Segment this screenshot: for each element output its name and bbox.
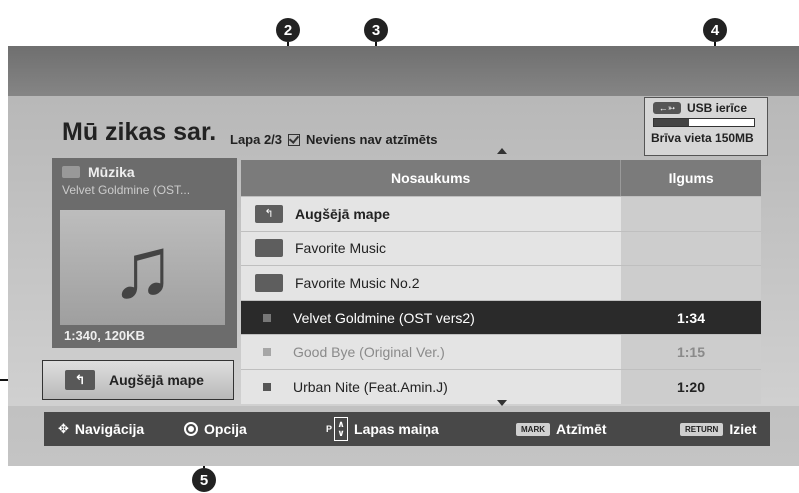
current-track: Velvet Goldmine (OST... bbox=[62, 183, 191, 197]
scroll-down-icon[interactable] bbox=[497, 400, 507, 406]
page-title: Mū zikas sar. bbox=[62, 118, 217, 146]
table-row[interactable]: Urban Nite (Feat.Amin.J) 1:20 bbox=[241, 368, 761, 404]
row-name: Urban Nite (Feat.Amin.J) bbox=[293, 378, 448, 395]
mark-status: Neviens nav atzīmēts bbox=[306, 132, 438, 147]
checkbox-icon bbox=[288, 133, 301, 146]
table-header: Nosaukums Ilgums bbox=[241, 160, 761, 196]
storage-bar bbox=[653, 118, 755, 127]
folder-icon bbox=[255, 239, 283, 258]
table-row[interactable]: Velvet Goldmine (OST vers2) 1:34 bbox=[241, 299, 761, 335]
up-folder-button[interactable]: ↰ Augšējā mape bbox=[42, 360, 234, 400]
row-name-cell: Velvet Goldmine (OST vers2) bbox=[241, 300, 621, 335]
free-space-label: Brīva vieta 150MB bbox=[651, 131, 754, 145]
top-band bbox=[8, 46, 799, 96]
up-folder-label: Augšējā mape bbox=[109, 372, 204, 388]
row-name: Augšējā mape bbox=[295, 205, 390, 222]
music-file-icon bbox=[263, 313, 271, 322]
nav-label: Navigācija bbox=[74, 421, 145, 437]
page-key-letter: P bbox=[326, 424, 333, 434]
navigation-icon: ✥ bbox=[58, 421, 69, 436]
row-name: Good Bye (Original Ver.) bbox=[293, 344, 445, 361]
row-name-cell: Good Bye (Original Ver.) bbox=[241, 335, 621, 369]
row-name: Velvet Goldmine (OST vers2) bbox=[293, 309, 475, 326]
bottom-bar: ✥ Navigācija Opcija P ∧ ∨ Lapas maiņa MAR… bbox=[44, 412, 770, 446]
storage-bar-fill bbox=[654, 119, 689, 126]
row-duration bbox=[621, 266, 761, 300]
table-row[interactable]: ↰ Augšējā mape bbox=[241, 196, 761, 231]
exit-hint[interactable]: RETURN Iziet bbox=[680, 412, 757, 446]
folder-icon bbox=[255, 273, 283, 292]
row-name-cell: ↰ Augšējā mape bbox=[241, 197, 621, 231]
up-folder-icon: ↰ bbox=[65, 370, 95, 390]
row-name-cell: Favorite Music No.2 bbox=[241, 266, 621, 300]
callout-3: 3 bbox=[364, 18, 388, 42]
callout-2: 2 bbox=[276, 18, 300, 42]
music-note-icon: ♫ bbox=[110, 219, 175, 316]
callout-5: 5 bbox=[192, 468, 216, 492]
column-name-header[interactable]: Nosaukums bbox=[241, 160, 620, 196]
callout-4: 4 bbox=[703, 18, 727, 42]
row-name: Favorite Music bbox=[295, 240, 387, 257]
row-duration bbox=[621, 231, 761, 266]
row-name-cell: Favorite Music bbox=[241, 231, 621, 266]
scroll-up-icon[interactable] bbox=[497, 148, 507, 154]
row-name: Favorite Music No.2 bbox=[295, 274, 420, 291]
now-playing-panel: Mūzika Velvet Goldmine (OST... ♫ 1:340, … bbox=[52, 158, 237, 348]
list-status: Lapa 2/3 Neviens nav atzīmēts bbox=[230, 132, 438, 147]
table-row[interactable]: Favorite Music bbox=[241, 230, 761, 266]
page-key-icon: P ∧ ∨ bbox=[326, 417, 349, 441]
music-file-icon bbox=[263, 382, 271, 391]
usb-storage-panel: ←➳ USB ierīce Brīva vieta 150MB bbox=[644, 97, 768, 156]
page-change-label: Lapas maiņa bbox=[354, 421, 439, 437]
column-duration-header[interactable]: Ilgums bbox=[620, 160, 761, 196]
category-label: Mūzika bbox=[88, 164, 135, 180]
music-folder-icon bbox=[62, 166, 80, 178]
music-file-icon bbox=[263, 348, 271, 357]
file-list: Nosaukums Ilgums ↰ Augšējā mape Favorite M… bbox=[241, 160, 761, 404]
option-icon bbox=[184, 422, 198, 436]
track-info: 1:340, 120KB bbox=[64, 328, 145, 343]
usb-device-label: USB ierīce bbox=[687, 101, 748, 115]
mark-label: Atzīmēt bbox=[556, 421, 607, 437]
mark-key: MARK bbox=[516, 422, 550, 436]
row-duration bbox=[621, 197, 761, 231]
row-duration: 1:34 bbox=[621, 300, 761, 335]
page-change-hint[interactable]: P ∧ ∨ Lapas maiņa bbox=[326, 412, 439, 446]
table-row[interactable]: Favorite Music No.2 bbox=[241, 265, 761, 300]
row-duration: 1:20 bbox=[621, 369, 761, 404]
return-key: RETURN bbox=[680, 422, 724, 436]
album-art: ♫ bbox=[60, 210, 225, 325]
nav-hint: ✥ Navigācija bbox=[58, 412, 144, 446]
mark-hint[interactable]: MARK Atzīmēt bbox=[516, 412, 607, 446]
up-folder-icon: ↰ bbox=[255, 204, 283, 223]
option-hint[interactable]: Opcija bbox=[184, 412, 247, 446]
page-indicator: Lapa 2/3 bbox=[230, 132, 283, 147]
usb-icon: ←➳ bbox=[653, 102, 681, 114]
table-row[interactable]: Good Bye (Original Ver.) 1:15 bbox=[241, 334, 761, 369]
exit-label: Iziet bbox=[729, 421, 757, 437]
option-label: Opcija bbox=[204, 421, 247, 437]
row-name-cell: Urban Nite (Feat.Amin.J) bbox=[241, 369, 621, 404]
row-duration: 1:15 bbox=[621, 335, 761, 369]
